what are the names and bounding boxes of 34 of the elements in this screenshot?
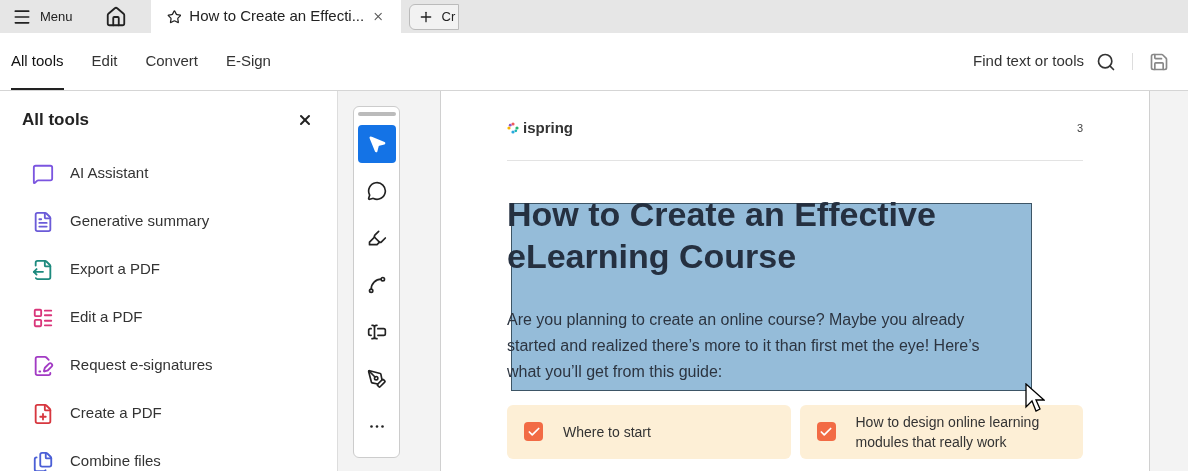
card-text: How to design online learning modules that really work <box>855 412 1041 452</box>
tool-item[interactable]: Generative summary <box>32 208 313 235</box>
toolbar-tab[interactable]: E-Sign <box>225 33 271 90</box>
star-icon <box>166 7 182 26</box>
comment-icon <box>366 181 387 201</box>
document-tab[interactable]: How to Create an Effecti... <box>150 0 401 33</box>
home-icon <box>104 5 127 28</box>
toolbar-tab[interactable]: Edit <box>91 33 118 90</box>
menu-button[interactable]: Menu <box>0 0 85 33</box>
find-button[interactable]: Find text or tools <box>973 33 1116 90</box>
pen-icon <box>366 369 387 389</box>
text-box-icon <box>366 322 387 342</box>
tool-item[interactable]: Export a PDF <box>32 256 313 283</box>
card-text: Where to start <box>563 422 651 442</box>
highlighter-icon <box>366 228 387 248</box>
logo-text: ispring <box>523 118 573 138</box>
pointer-icon <box>366 134 387 154</box>
tool-item[interactable]: Request e-signatures <box>32 352 313 379</box>
page-number: 3 <box>1076 121 1083 136</box>
squiggle-icon <box>366 275 387 295</box>
flower-logo-icon <box>507 122 519 135</box>
save-icon <box>1149 51 1169 72</box>
more-icon <box>369 424 384 428</box>
toolbar-tab[interactable]: Convert <box>145 33 198 90</box>
tab-title: How to Create an Effecti... <box>189 6 365 27</box>
sidebar-title: All tools <box>22 109 90 131</box>
mouse-cursor-icon <box>1025 382 1045 413</box>
tool-item[interactable]: Combine files <box>32 448 313 471</box>
tool-item[interactable]: AI Assistant <box>32 160 313 187</box>
drag-handle[interactable] <box>357 112 396 116</box>
tool-item[interactable]: Edit a PDF <box>32 304 313 331</box>
tool-item[interactable]: Create a PDF <box>32 400 313 427</box>
search-icon <box>1096 51 1116 72</box>
new-tab-button[interactable]: Cr <box>408 3 459 30</box>
